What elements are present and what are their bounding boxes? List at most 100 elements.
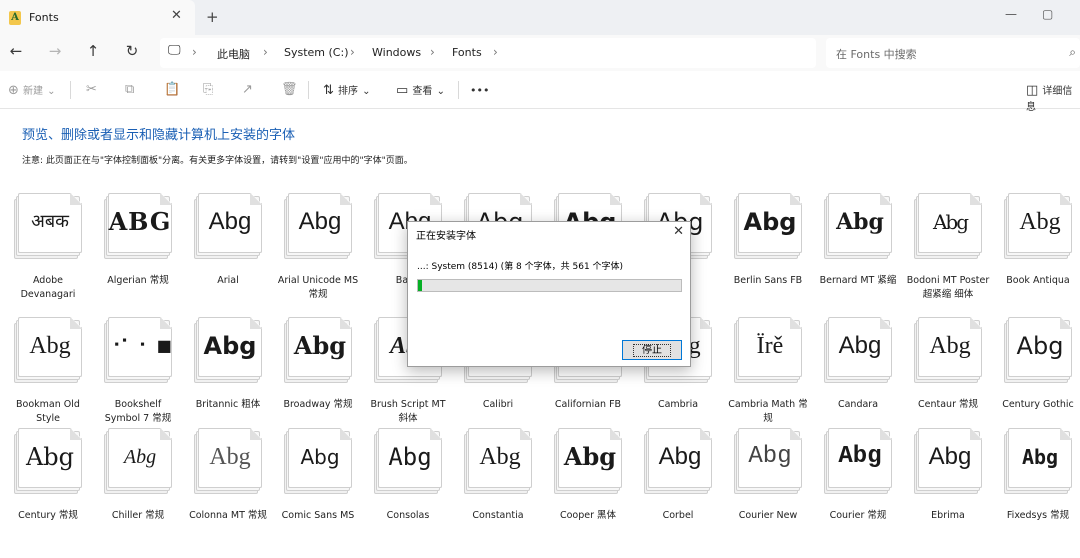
font-name: Candara	[837, 399, 879, 410]
address-bar[interactable]: 🖵 › 此电脑 › System (C:) › Windows › Fonts …	[160, 38, 816, 68]
breadcrumb-separator[interactable]: ›	[350, 45, 355, 59]
font-item[interactable]: ABG Algerian 常规	[96, 193, 180, 323]
font-name: Arial Unicode MS 常规	[277, 275, 359, 300]
toolbar-divider	[70, 81, 71, 99]
font-name: Chiller 常规	[111, 510, 165, 521]
tab-close-icon[interactable]: ✕	[171, 8, 182, 23]
breadcrumb-this-pc[interactable]: 此电脑	[217, 46, 250, 62]
breadcrumb-system-c[interactable]: System (C:)	[284, 46, 349, 59]
search-box[interactable]: 在 Fonts 中搜索 ⌕	[826, 38, 1080, 68]
font-item[interactable]: Abg Comic Sans MS	[276, 428, 360, 558]
font-sample: Abg	[29, 333, 71, 359]
more-options-button[interactable]: •••	[470, 84, 489, 97]
maximize-button[interactable]: ▢	[1042, 7, 1053, 21]
page-heading: 预览、删除或者显示和隐藏计算机上安装的字体	[22, 128, 296, 143]
refresh-button[interactable]: ↻	[122, 42, 142, 60]
font-name: Fixedsys 常规	[1006, 510, 1070, 521]
font-sample: Abg	[209, 444, 251, 470]
font-preview-icon: Abg	[734, 428, 802, 494]
page-notice: 注意: 此页面正在与"字体控制面板"分离。有关更多字体设置，请转到"设置"应用中…	[22, 156, 413, 166]
font-preview-icon: Ïrě	[734, 317, 802, 383]
font-item[interactable]: Abg Colonna MT 常规	[186, 428, 270, 558]
font-sample: Abg	[838, 443, 882, 470]
font-item[interactable]: Abg Ebrima	[906, 428, 990, 558]
breadcrumb-separator[interactable]: ›	[430, 45, 435, 59]
font-name: Bookshelf Symbol 7 常规	[104, 399, 172, 424]
font-preview-icon: Abg	[1004, 428, 1072, 494]
font-name: Century 常规	[18, 510, 78, 521]
view-label: 查看	[412, 86, 433, 97]
new-label: 新建	[23, 86, 44, 97]
back-button[interactable]: ←	[6, 42, 26, 60]
breadcrumb-separator[interactable]: ›	[263, 45, 268, 59]
font-preview-icon: Abg	[914, 428, 982, 494]
stop-button[interactable]: 停止	[622, 340, 682, 360]
font-sample: Abg	[1021, 445, 1059, 469]
font-name: Bodoni MT Poster 超紧缩 细体	[906, 275, 990, 300]
sort-label: 排序	[338, 86, 359, 97]
details-pane-button[interactable]: ◫ 详细信息	[1026, 82, 1080, 114]
font-item[interactable]: Abg Century 常规	[6, 428, 90, 558]
font-preview-icon: ABG	[104, 193, 172, 259]
font-item[interactable]: Abg Arial Unicode MS 常规	[276, 193, 360, 323]
breadcrumb-fonts[interactable]: Fonts	[452, 46, 482, 59]
font-item[interactable]: Abg Chiller 常规	[96, 428, 180, 558]
monitor-icon[interactable]: 🖵	[168, 43, 181, 58]
font-preview-icon: Abg	[824, 193, 892, 259]
cut-icon[interactable]: ✂	[86, 82, 97, 97]
font-sample: Abg	[293, 331, 347, 360]
font-sample: Abg	[208, 208, 252, 235]
details-label: 详细信息	[1026, 86, 1073, 113]
font-item[interactable]: Abg Courier 常规	[816, 428, 900, 558]
font-name: Cambria	[657, 399, 699, 410]
sort-button[interactable]: ⇅ 排序 ⌄	[323, 82, 371, 98]
font-name: Calibri	[482, 399, 514, 410]
font-preview-icon: Abg	[194, 317, 262, 383]
font-sample: अबक	[31, 211, 69, 232]
font-name: Cambria Math 常规	[728, 399, 808, 424]
font-preview-icon: Abg	[914, 193, 982, 259]
breadcrumb-windows[interactable]: Windows	[372, 46, 421, 59]
delete-icon[interactable]: 🗑	[281, 82, 298, 97]
copy-icon[interactable]: ⧉	[125, 82, 134, 97]
font-name: Berlin Sans FB	[733, 275, 803, 286]
font-item[interactable]: Abg Fixedsys 常规	[996, 428, 1080, 558]
font-item[interactable]: Abg Cooper 黑体	[546, 428, 630, 558]
search-input[interactable]: 在 Fonts 中搜索	[836, 46, 917, 62]
font-name: Courier New	[738, 510, 798, 521]
font-sample: Abg	[658, 443, 702, 470]
font-item[interactable]: Abg Berlin Sans FB	[726, 193, 810, 323]
dialog-close-icon[interactable]: ✕	[673, 224, 684, 239]
font-item[interactable]: Abg Bodoni MT Poster 超紧缩 细体	[906, 193, 990, 323]
font-item[interactable]: अबक Adobe Devanagari	[6, 193, 90, 323]
font-sample: Abg	[1019, 209, 1061, 235]
toolbar-divider	[308, 81, 309, 99]
tab-fonts[interactable]: A Fonts ✕	[0, 0, 195, 35]
breadcrumb-separator[interactable]: ›	[493, 45, 498, 59]
font-item[interactable]: Abg Arial	[186, 193, 270, 323]
share-icon[interactable]: ↗	[242, 82, 253, 97]
font-name: Cooper 黑体	[559, 510, 617, 521]
title-bar: A Fonts ✕ + — ▢	[0, 0, 1080, 35]
view-button[interactable]: ▭ 查看 ⌄	[396, 82, 445, 98]
font-name: Bookman Old Style	[16, 399, 80, 424]
forward-button[interactable]: →	[45, 42, 65, 60]
paste-icon[interactable]: 📋	[164, 82, 180, 97]
font-item[interactable]: Abg Corbel	[636, 428, 720, 558]
rename-icon[interactable]: ⎘	[203, 82, 213, 97]
font-sample: Abg	[928, 443, 972, 470]
toolbar-divider	[458, 81, 459, 99]
font-item[interactable]: Abg Book Antiqua	[996, 193, 1080, 323]
font-item[interactable]: Abg Consolas	[366, 428, 450, 558]
minimize-button[interactable]: —	[1005, 7, 1017, 21]
up-button[interactable]: ↑	[83, 42, 103, 60]
font-item[interactable]: Abg Courier New	[726, 428, 810, 558]
font-sample: ⠐⠁ ⠂ ■	[108, 336, 172, 355]
new-tab-button[interactable]: +	[206, 8, 219, 26]
font-item[interactable]: Abg Bernard MT 紧缩	[816, 193, 900, 323]
font-name: Algerian 常规	[107, 275, 169, 286]
new-button[interactable]: ⊕ 新建 ⌄	[8, 82, 56, 98]
breadcrumb-separator[interactable]: ›	[192, 45, 197, 59]
font-item[interactable]: Abg Constantia	[456, 428, 540, 558]
font-name: Centaur 常规	[918, 399, 978, 410]
